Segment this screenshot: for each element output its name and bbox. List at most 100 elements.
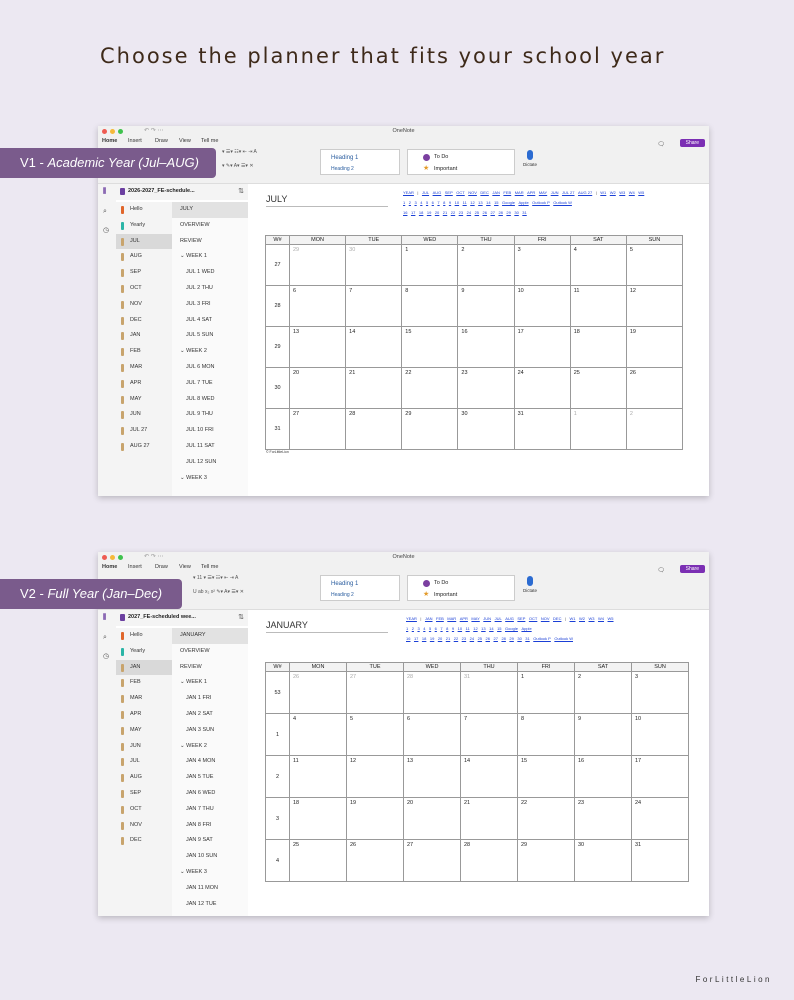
section-mar[interactable]: MAR xyxy=(116,360,172,376)
tell-me[interactable]: Tell me xyxy=(201,564,218,570)
nav-link[interactable]: 8 xyxy=(443,200,445,207)
section-oct[interactable]: OCT xyxy=(116,281,172,297)
day-cell[interactable]: 20 xyxy=(403,797,461,840)
nav-link[interactable]: AUG xyxy=(433,190,442,197)
day-cell[interactable]: 14 xyxy=(345,326,403,368)
nav-link[interactable]: W3 xyxy=(619,190,625,197)
section-feb[interactable]: FEB xyxy=(116,344,172,360)
nav-link[interactable]: JUN xyxy=(551,190,559,197)
tab-insert[interactable]: Insert xyxy=(128,564,142,570)
day-cell[interactable]: 13 xyxy=(403,755,461,798)
page-item[interactable]: JAN 5 TUE xyxy=(172,770,248,786)
nav-link[interactable]: 9 xyxy=(449,200,451,207)
nav-link[interactable]: Apple xyxy=(518,200,528,207)
page-item[interactable]: OVERVIEW xyxy=(172,644,248,660)
page-group-week[interactable]: ⌄ WEEK 2 xyxy=(172,739,248,755)
share-button[interactable]: Share xyxy=(679,565,705,573)
share-button[interactable]: Share xyxy=(679,139,705,147)
day-cell[interactable]: 26 xyxy=(346,839,404,882)
nav-link[interactable]: NOV xyxy=(541,616,550,623)
recent-icon[interactable]: ◷ xyxy=(103,652,109,660)
day-cell[interactable]: 30 xyxy=(457,408,515,450)
section-may[interactable]: MAY xyxy=(116,723,172,739)
style-heading-2[interactable]: Heading 2 xyxy=(331,592,354,598)
nav-link[interactable]: W1 xyxy=(570,616,576,623)
day-cell[interactable]: 20 xyxy=(288,367,347,409)
page-item[interactable]: JAN 6 WED xyxy=(172,786,248,802)
section-mar[interactable]: MAR xyxy=(116,691,172,707)
nav-link[interactable]: 7 xyxy=(437,200,439,207)
nav-link[interactable]: 22 xyxy=(454,636,458,643)
nav-link[interactable]: 13 xyxy=(478,200,482,207)
nav-link[interactable]: Apple xyxy=(521,626,531,633)
section-nov[interactable]: NOV xyxy=(116,818,172,834)
day-cell[interactable]: 21 xyxy=(460,797,518,840)
day-cell[interactable]: 28 xyxy=(403,671,461,714)
search-icon[interactable]: ⌕ xyxy=(103,634,107,642)
nav-link[interactable]: YEAR xyxy=(406,616,417,623)
nav-link[interactable]: JUL xyxy=(495,616,502,623)
nav-link[interactable]: 3 xyxy=(417,626,419,633)
day-cell[interactable]: 27 xyxy=(403,839,461,882)
day-cell[interactable]: 7 xyxy=(460,713,518,756)
nav-link[interactable]: 1 xyxy=(403,200,405,207)
page-item[interactable]: JAN 9 SAT xyxy=(172,833,248,849)
page-item[interactable]: OVERVIEW xyxy=(172,218,248,234)
sort-icon[interactable]: ⇅ xyxy=(238,187,244,195)
nav-link[interactable]: APR xyxy=(460,616,468,623)
nav-link[interactable]: 16 xyxy=(406,636,410,643)
tab-insert[interactable]: Insert xyxy=(128,138,142,144)
nav-link[interactable]: 7 xyxy=(440,626,442,633)
section-dec[interactable]: DEC xyxy=(116,313,172,329)
section-jun[interactable]: JUN xyxy=(116,739,172,755)
day-cell[interactable]: 23 xyxy=(574,797,632,840)
day-cell[interactable]: 2 xyxy=(574,671,632,714)
day-cell[interactable]: 12 xyxy=(625,285,684,327)
nav-link[interactable]: 19 xyxy=(430,636,434,643)
nav-link[interactable]: 1 xyxy=(406,626,408,633)
tab-home[interactable]: Home xyxy=(102,138,117,144)
nav-link[interactable]: 16 xyxy=(403,210,407,217)
nav-link[interactable]: DEC xyxy=(553,616,561,623)
nav-link[interactable]: AUG 27 xyxy=(578,190,592,197)
nav-link[interactable]: 13 xyxy=(481,626,485,633)
nav-link[interactable]: 19 xyxy=(427,210,431,217)
section-aug[interactable]: AUG xyxy=(116,770,172,786)
day-cell[interactable]: 10 xyxy=(631,713,689,756)
list-icon[interactable]: ▾ ☰▾ ☷▾ ⇤ ⇥ A xyxy=(222,149,257,155)
notification-icon[interactable]: 🗨 xyxy=(657,567,665,574)
nav-link[interactable]: 29 xyxy=(509,636,513,643)
section-yearly[interactable]: Yearly xyxy=(116,218,172,234)
tags-gallery[interactable]: To Do ★ Important xyxy=(407,575,515,601)
nav-link[interactable]: 2 xyxy=(409,200,411,207)
page-item[interactable]: JUL 1 WED xyxy=(172,265,248,281)
nav-link[interactable]: 31 xyxy=(525,636,529,643)
day-cell[interactable]: 19 xyxy=(625,326,684,368)
day-cell[interactable]: 16 xyxy=(574,755,632,798)
page-group-week[interactable]: ⌄ WEEK 1 xyxy=(172,249,248,265)
nav-link[interactable]: 10 xyxy=(458,626,462,633)
page-group-week[interactable]: ⌄ WEEK 3 xyxy=(172,471,248,487)
section-jan[interactable]: JAN xyxy=(116,328,172,344)
day-cell[interactable]: 6 xyxy=(288,285,347,327)
day-cell[interactable]: 15 xyxy=(517,755,575,798)
tab-view[interactable]: View xyxy=(179,564,191,570)
day-cell[interactable]: 25 xyxy=(569,367,627,409)
tab-view[interactable]: View xyxy=(179,138,191,144)
nav-link[interactable]: W2 xyxy=(610,190,616,197)
dictate-button[interactable]: Dictate xyxy=(523,576,537,594)
format-icon[interactable]: U ab x₂ x² ✎▾ A▾ ☰▾ ✕ xyxy=(193,589,244,595)
tag-important[interactable]: Important xyxy=(434,166,457,172)
section-aug[interactable]: AUG xyxy=(116,249,172,265)
page-canvas[interactable]: JULY YEAR | JUL AUG SEP OCT NOV DEC JAN FEB MAR APR… xyxy=(248,184,709,496)
nav-link[interactable]: 11 xyxy=(463,200,467,207)
nav-link[interactable]: 18 xyxy=(422,636,426,643)
nav-link[interactable]: MAR xyxy=(447,616,456,623)
page-item[interactable]: JAN 4 MON xyxy=(172,754,248,770)
day-cell[interactable]: 5 xyxy=(625,244,684,286)
nav-link[interactable]: 5 xyxy=(426,200,428,207)
tab-home[interactable]: Home xyxy=(102,564,117,570)
day-cell[interactable]: 2 xyxy=(625,408,684,450)
page-group-week[interactable]: ⌄ WEEK 3 xyxy=(172,865,248,881)
nav-link[interactable]: 6 xyxy=(435,626,437,633)
